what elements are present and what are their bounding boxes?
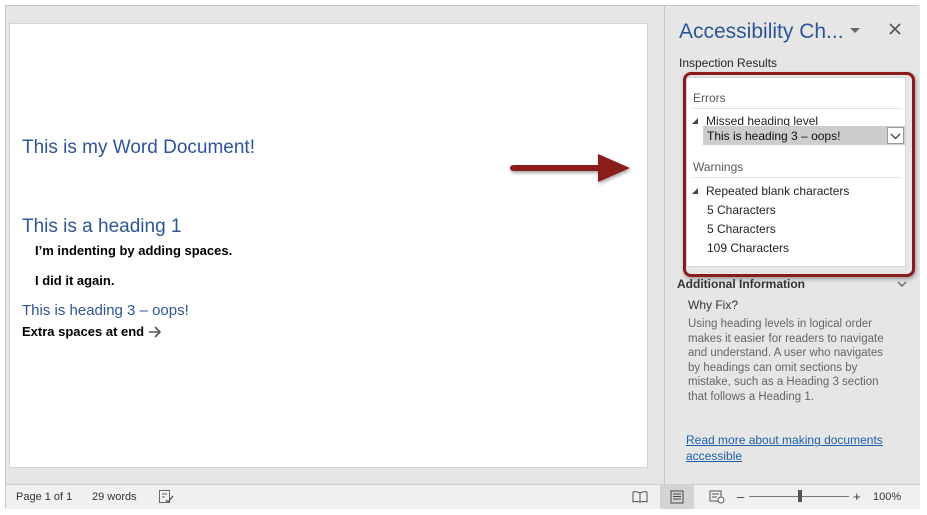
web-layout-icon[interactable] <box>709 489 725 504</box>
page-count[interactable]: Page 1 of 1 <box>16 491 72 503</box>
error-item-selected[interactable]: This is heading 3 – oops! <box>703 126 905 145</box>
additional-information-label: Additional Information <box>677 277 805 291</box>
why-fix-label: Why Fix? <box>688 298 739 312</box>
warning-group-blank-chars[interactable]: Repeated blank characters <box>691 184 849 198</box>
warning-item[interactable]: 5 Characters <box>707 222 776 236</box>
word-window: This is my Word Document! This is a head… <box>5 5 920 509</box>
why-fix-scroll[interactable]: Using heading levels in logical order ma… <box>688 317 898 412</box>
why-fix-text: Using heading levels in logical order ma… <box>688 318 884 403</box>
zoom-slider-thumb[interactable] <box>798 490 802 502</box>
red-arrow-icon <box>510 154 630 182</box>
inspection-results-label: Inspection Results <box>679 56 778 70</box>
errors-divider <box>693 108 901 109</box>
document-title: This is my Word Document! <box>22 137 255 158</box>
print-layout-button[interactable] <box>660 485 694 509</box>
inspection-results-list: Errors Missed heading level This is head… <box>686 77 906 267</box>
zoom-level[interactable]: 100% <box>873 491 901 503</box>
paragraph-extra-text: Extra spaces at end <box>22 324 145 339</box>
chevron-down-icon[interactable] <box>897 280 907 288</box>
heading-1: This is a heading 1 <box>22 216 182 237</box>
heading-3: This is heading 3 – oops! <box>22 302 189 319</box>
chevron-down-icon[interactable] <box>848 25 862 35</box>
expand-triangle-icon[interactable] <box>691 187 699 195</box>
warnings-divider <box>693 177 901 178</box>
accessibility-pane: Accessibility Ch... Inspection Results E… <box>664 6 920 484</box>
read-more-link[interactable]: Read more about making documents accessi… <box>686 432 901 464</box>
chevron-down-icon <box>890 133 901 139</box>
word-count[interactable]: 29 words <box>92 491 137 503</box>
document-page[interactable]: This is my Word Document! This is a head… <box>9 23 648 468</box>
warning-item[interactable]: 109 Characters <box>707 241 789 255</box>
close-icon[interactable] <box>887 21 903 37</box>
paragraph-indent: I’m indenting by adding spaces. <box>35 243 233 258</box>
print-layout-icon <box>670 490 684 504</box>
read-mode-icon[interactable] <box>632 489 648 504</box>
error-item-label: This is heading 3 – oops! <box>707 128 841 143</box>
zoom-in-button[interactable]: + <box>853 489 861 504</box>
proofing-icon[interactable] <box>158 489 174 504</box>
paragraph-extra-spaces: Extra spaces at end <box>22 324 162 339</box>
error-item-dropdown[interactable] <box>887 127 904 144</box>
errors-label: Errors <box>693 91 726 105</box>
expand-triangle-icon[interactable] <box>691 117 699 125</box>
zoom-out-button[interactable]: – <box>737 489 744 504</box>
warning-group-label: Repeated blank characters <box>706 184 850 198</box>
status-bar: Page 1 of 1 29 words – + 100% <box>6 484 920 509</box>
pane-title: Accessibility Ch... <box>679 20 844 43</box>
warnings-label: Warnings <box>693 160 744 174</box>
warning-item[interactable]: 5 Characters <box>707 203 776 217</box>
additional-information-header[interactable]: Additional Information <box>677 277 907 291</box>
document-area: This is my Word Document! This is a head… <box>6 6 663 479</box>
right-arrow-icon <box>149 325 162 338</box>
paragraph-again: I did it again. <box>35 273 115 288</box>
